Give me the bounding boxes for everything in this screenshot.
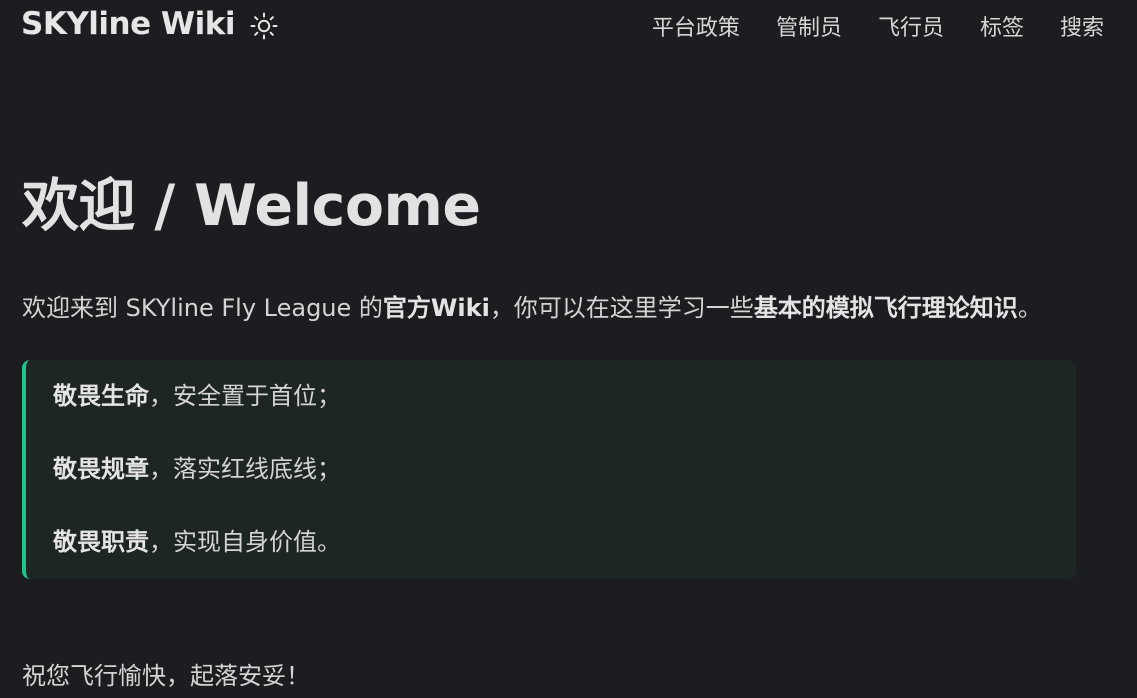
intro-bold-2: 基本的模拟飞行理论知识	[753, 294, 1018, 322]
motto-line-bold: 敬畏规章	[53, 455, 149, 483]
motto-line-text: ，落实红线底线；	[149, 455, 341, 483]
intro-text-3: 。	[1017, 294, 1042, 322]
motto-line: 敬畏职责，实现自身价值。	[53, 518, 1076, 567]
motto-line: 敬畏规章，落实红线底线；	[53, 445, 1076, 494]
nav-item-tags[interactable]: 标签	[980, 10, 1024, 42]
site-title-link[interactable]: SKYline Wiki	[21, 6, 236, 42]
motto-line-text: ，安全置于首位；	[149, 382, 341, 410]
top-bar: SKYline Wiki 平台政策 管制员 飞行员 标签 搜索	[0, 0, 1137, 54]
motto-line: 敬畏生命，安全置于首位；	[53, 372, 1076, 421]
sun-icon[interactable]	[249, 11, 279, 41]
motto-callout: 敬畏生命，安全置于首位； 敬畏规章，落实红线底线； 敬畏职责，实现自身价值。	[22, 360, 1076, 579]
page-title: 欢迎 / Welcome	[22, 173, 481, 239]
nav-item-pilots[interactable]: 飞行员	[878, 10, 944, 42]
nav-item-platform-policy[interactable]: 平台政策	[652, 10, 740, 42]
main-content: 欢迎 / Welcome 欢迎来到 SKYline Fly League 的官方…	[22, 166, 1103, 579]
intro-bold-1: 官方Wiki	[382, 294, 490, 322]
intro-text-1: 欢迎来到 SKYline Fly League 的	[22, 294, 383, 322]
nav-item-controllers[interactable]: 管制员	[776, 10, 842, 42]
intro-text-2: ，你可以在这里学习一些	[489, 294, 754, 322]
intro-paragraph: 欢迎来到 SKYline Fly League 的官方Wiki，你可以在这里学习…	[22, 287, 1082, 330]
nav-item-search[interactable]: 搜索	[1060, 10, 1104, 42]
motto-line-text: ，实现自身价值。	[149, 528, 341, 556]
closing-paragraph: 祝您飞行愉快，起落安妥！	[22, 662, 310, 690]
main-nav: 平台政策 管制员 飞行员 标签 搜索	[652, 10, 1104, 42]
motto-line-bold: 敬畏职责	[53, 528, 149, 556]
motto-line-bold: 敬畏生命	[53, 382, 149, 410]
